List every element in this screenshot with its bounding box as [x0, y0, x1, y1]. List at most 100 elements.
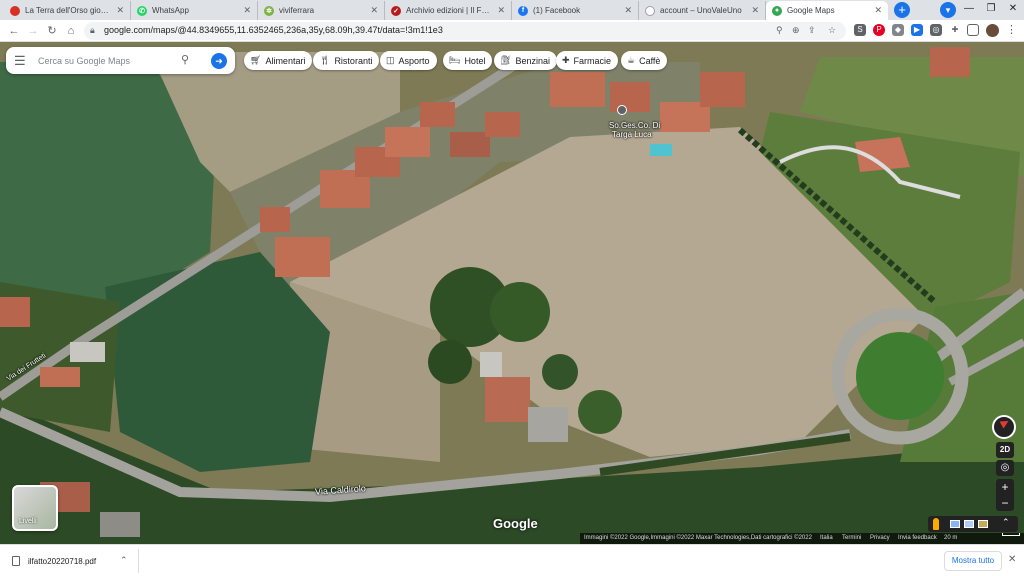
close-icon[interactable]: ✕	[874, 5, 882, 16]
tab-title: (1) Facebook	[533, 6, 581, 15]
tab-viviferrara[interactable]: ✲ viviferrara ✕	[258, 1, 385, 20]
install-icon[interactable]: ⊕	[792, 25, 800, 36]
minimize-icon[interactable]: —	[958, 0, 980, 20]
coffee-icon: ☕︎	[627, 55, 636, 65]
loading-icon	[645, 5, 655, 16]
fuel-icon: ⛽︎	[500, 55, 512, 65]
cutlery-icon: 🍴︎	[319, 55, 331, 65]
tab-whatsapp[interactable]: ✆ WhatsApp ✕	[131, 1, 258, 20]
close-icon[interactable]: ✕	[1008, 554, 1016, 565]
whatsapp-icon: ✆	[137, 5, 147, 16]
terms-link[interactable]: Termini	[842, 533, 861, 544]
directions-icon[interactable]: ➜	[211, 53, 227, 69]
url-text[interactable]: google.com/maps/@44.8349655,11.6352465,2…	[104, 25, 443, 35]
poi-pin-icon[interactable]	[617, 105, 627, 115]
chevron-up-icon[interactable]: ⌃	[120, 555, 128, 566]
extension-icon[interactable]: ◎	[930, 24, 942, 36]
close-icon[interactable]: ✕	[243, 5, 251, 16]
pharmacy-icon: ✚	[562, 55, 570, 65]
satellite-imagery	[0, 42, 1024, 544]
map-canvas[interactable]: ☰ ⚲ ➜ 🛒︎ Alimentari 🍴︎ Ristoranti ◫ Aspo…	[0, 42, 1024, 544]
tab-facebook[interactable]: f (1) Facebook ✕	[512, 1, 639, 20]
tab-laterradellorso[interactable]: La Terra dell'Orso giochi e gi ✕	[4, 1, 131, 20]
zoom-out-button[interactable]: −	[996, 495, 1014, 511]
bookmark-star-icon[interactable]: ☆	[828, 25, 836, 36]
cart-icon: 🛒︎	[250, 55, 262, 65]
home-icon[interactable]: ⌂	[63, 23, 79, 39]
close-icon[interactable]: ✕	[624, 5, 632, 16]
tab-google-maps[interactable]: ● Google Maps ✕	[766, 1, 888, 20]
search-input[interactable]	[38, 53, 178, 68]
zoom-control: + −	[996, 479, 1014, 511]
chip-alimentari[interactable]: 🛒︎ Alimentari	[244, 51, 313, 70]
skype-extension-icon[interactable]: S	[854, 24, 866, 36]
reload-icon[interactable]: ↻	[44, 23, 60, 39]
extension-icon[interactable]: ◆	[892, 24, 904, 36]
close-icon[interactable]: ✕	[370, 5, 378, 16]
my-location-icon[interactable]: ◎	[996, 460, 1014, 476]
profile-avatar[interactable]	[985, 23, 1000, 38]
close-icon[interactable]: ✕	[116, 5, 124, 16]
maximize-icon[interactable]: ❐	[980, 0, 1002, 20]
hamburger-menu-icon[interactable]: ☰	[14, 54, 26, 67]
menu-dots-icon[interactable]: ⋮	[1006, 23, 1017, 36]
red-circle-icon	[10, 5, 20, 16]
share-icon[interactable]: ⇪	[808, 25, 816, 36]
imagery-thumbnail[interactable]	[978, 520, 988, 528]
chip-label: Alimentari	[265, 55, 306, 66]
layers-button[interactable]: Livelli	[12, 485, 58, 531]
imagery-thumbnail[interactable]	[964, 520, 974, 528]
poi-label[interactable]: So.Ges.Co. Di	[609, 121, 660, 130]
side-panel-icon[interactable]	[967, 24, 979, 36]
chip-asporto[interactable]: ◫ Asporto	[380, 51, 437, 70]
address-bar[interactable]: 🔒︎ google.com/maps/@44.8349655,11.635246…	[84, 22, 846, 40]
search-box: ☰ ⚲ ➜	[6, 47, 235, 74]
expand-icon[interactable]: ⌃	[1002, 517, 1010, 528]
chip-benzinai[interactable]: ⛽︎ Benzinai	[494, 51, 557, 70]
scale-label[interactable]: 20 m	[944, 533, 957, 544]
chip-ristoranti[interactable]: 🍴︎ Ristoranti	[313, 51, 380, 70]
country-link[interactable]: Italia	[820, 533, 833, 544]
scale-bar	[1002, 533, 1020, 536]
close-icon[interactable]: ✕	[497, 5, 505, 16]
new-tab-button[interactable]: +	[894, 2, 910, 18]
tab-unovaleuno[interactable]: account – UnoValeUno ✕	[639, 1, 766, 20]
zoom-in-button[interactable]: +	[996, 479, 1014, 495]
show-all-button[interactable]: Mostra tutto	[944, 551, 1002, 571]
extensions-puzzle-icon[interactable]: ✚	[949, 24, 961, 36]
chip-caffe[interactable]: ☕︎ Caffè	[621, 51, 668, 70]
chip-farmacie[interactable]: ✚ Farmacie	[556, 51, 619, 70]
forward-icon[interactable]: →	[25, 23, 41, 39]
back-icon[interactable]: ←	[6, 23, 22, 39]
poi-label[interactable]: Targa Luca	[612, 130, 652, 139]
imagery-credits: Immagini ©2022 Google,Immagini ©2022 Max…	[584, 535, 812, 541]
tab-ilfatto[interactable]: ✓ Archivio edizioni | Il Fatto Q ✕	[385, 1, 512, 20]
chip-hotel[interactable]: 🛏︎ Hotel	[443, 51, 493, 70]
zoom-extension-icon[interactable]: ▶	[911, 24, 923, 36]
chip-label: Benzinai	[515, 55, 550, 66]
tab-search-icon[interactable]: ▾	[940, 2, 956, 18]
close-window-icon[interactable]: ✕	[1002, 0, 1024, 20]
privacy-link[interactable]: Privacy	[870, 533, 890, 544]
viviferrara-icon: ✲	[264, 5, 274, 16]
download-filename[interactable]: ilfatto20220718.pdf	[28, 557, 96, 566]
pinterest-extension-icon[interactable]: P	[873, 24, 885, 36]
chip-label: Caffè	[639, 55, 661, 66]
window-controls: — ❐ ✕	[958, 0, 1024, 20]
feedback-link[interactable]: Invia feedback	[898, 533, 937, 544]
search-icon[interactable]: ⚲	[181, 53, 189, 66]
tab-title: WhatsApp	[152, 6, 189, 15]
tab-title: La Terra dell'Orso giochi e gi	[25, 6, 112, 15]
chip-label: Hotel	[464, 55, 486, 66]
google-maps-icon: ●	[772, 5, 782, 16]
tab-title: Archivio edizioni | Il Fatto Q	[406, 6, 494, 15]
imagery-thumbnail[interactable]	[950, 520, 960, 528]
chip-label: Asporto	[398, 55, 430, 66]
toggle-2d-button[interactable]: 2D	[996, 442, 1014, 458]
location-icon[interactable]: ⚲	[776, 25, 783, 36]
lock-icon[interactable]: 🔒︎	[90, 25, 95, 36]
close-icon[interactable]: ✕	[751, 5, 759, 16]
tab-title: Google Maps	[787, 6, 835, 15]
compass-icon[interactable]	[992, 415, 1016, 439]
pegman-icon[interactable]	[933, 518, 939, 530]
